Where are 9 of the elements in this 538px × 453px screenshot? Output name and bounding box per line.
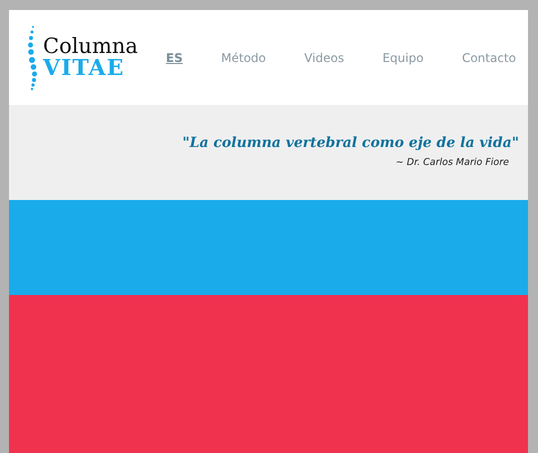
nav-link[interactable]: Método: [221, 50, 266, 64]
quote-author: ~ Dr. Carlos Mario Fiore: [396, 157, 509, 168]
logo-title: Columna: [43, 36, 138, 57]
nav-link[interactable]: Equipo: [382, 50, 424, 64]
logo-subtitle: VITAE: [43, 57, 126, 79]
language-link[interactable]: ES: [166, 50, 183, 64]
quote-text: "La columna vertebral como eje de la vida": [182, 135, 519, 151]
nav-link[interactable]: Contacto: [462, 50, 516, 64]
nav-link[interactable]: Videos: [304, 50, 344, 64]
